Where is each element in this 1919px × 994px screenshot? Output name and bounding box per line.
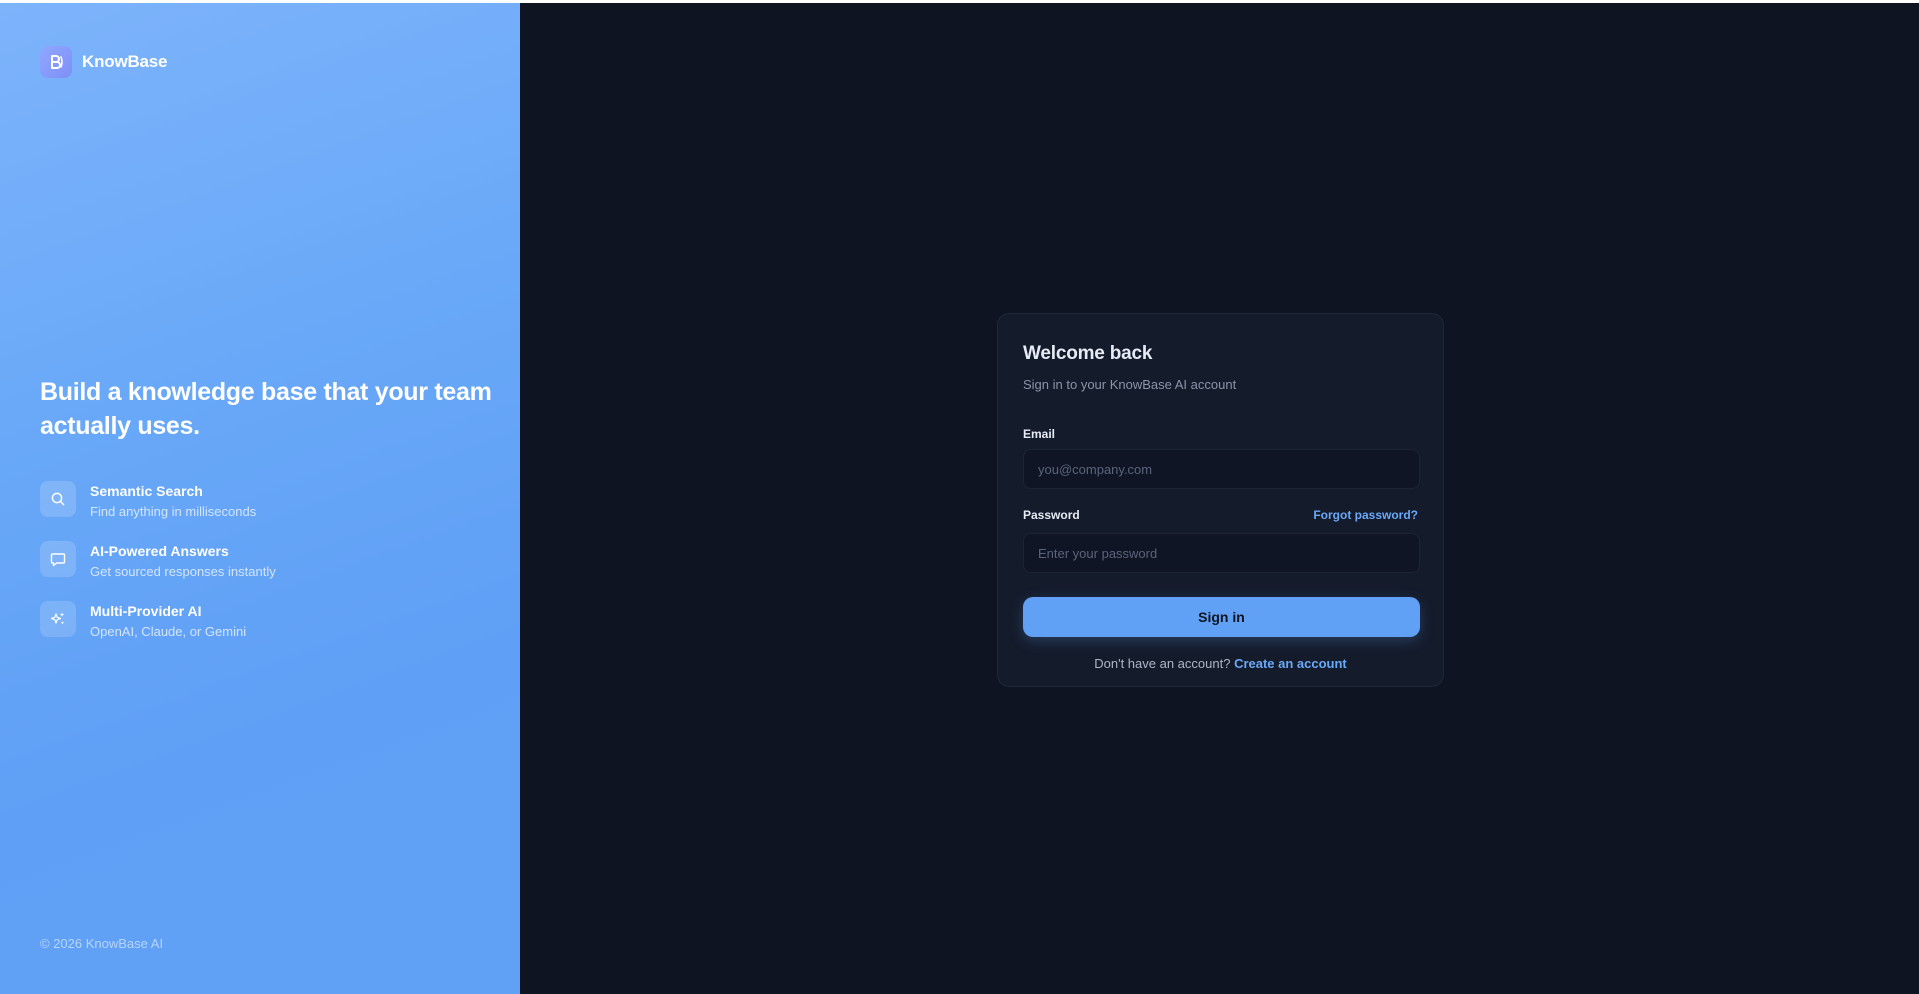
signup-row: Don't have an account? Create an account bbox=[1023, 656, 1418, 671]
brand[interactable]: KnowBase bbox=[40, 46, 168, 78]
create-account-link[interactable]: Create an account bbox=[1234, 656, 1347, 671]
feature-description: Find anything in milliseconds bbox=[90, 504, 257, 519]
top-border bbox=[0, 0, 1919, 3]
feature-title: AI-Powered Answers bbox=[90, 543, 229, 559]
feature-description: OpenAI, Claude, or Gemini bbox=[90, 624, 247, 639]
sign-in-button[interactable]: Sign in bbox=[1023, 597, 1420, 637]
hero-headline: Build a knowledge base that your team ac… bbox=[40, 378, 492, 440]
main-area: Welcome back Sign in to your KnowBase AI… bbox=[520, 3, 1919, 994]
login-subtitle: Sign in to your KnowBase AI account bbox=[1023, 377, 1237, 392]
email-label: Email bbox=[1023, 427, 1056, 441]
forgot-password-link[interactable]: Forgot password? bbox=[1313, 508, 1418, 522]
login-page: KnowBase Build a knowledge base that you… bbox=[0, 3, 1919, 994]
password-label: Password bbox=[1023, 508, 1080, 522]
password-input[interactable] bbox=[1023, 533, 1420, 573]
login-card: Welcome back Sign in to your KnowBase AI… bbox=[997, 313, 1444, 687]
feature-item-semantic-search: Semantic Search Find anything in millise… bbox=[40, 481, 276, 519]
email-input[interactable] bbox=[1023, 449, 1420, 489]
logo-icon bbox=[40, 46, 72, 78]
sparkles-icon bbox=[40, 601, 76, 637]
signup-prompt: Don't have an account? bbox=[1094, 656, 1231, 671]
feature-description: Get sourced responses instantly bbox=[90, 564, 276, 579]
copyright: © 2026 KnowBase AI bbox=[40, 936, 164, 951]
chat-bubble-icon bbox=[40, 541, 76, 577]
feature-list: Semantic Search Find anything in millise… bbox=[40, 481, 276, 639]
hero-panel: KnowBase Build a knowledge base that you… bbox=[0, 3, 520, 994]
password-label-row: Password Forgot password? bbox=[1023, 508, 1418, 522]
login-title: Welcome back bbox=[1023, 343, 1153, 364]
feature-item-ai-answers: AI-Powered Answers Get sourced responses… bbox=[40, 541, 276, 579]
feature-title: Semantic Search bbox=[90, 483, 203, 499]
feature-title: Multi-Provider AI bbox=[90, 603, 202, 619]
feature-item-multi-provider: Multi-Provider AI OpenAI, Claude, or Gem… bbox=[40, 601, 276, 639]
brand-name: KnowBase bbox=[82, 52, 168, 71]
search-icon bbox=[40, 481, 76, 517]
